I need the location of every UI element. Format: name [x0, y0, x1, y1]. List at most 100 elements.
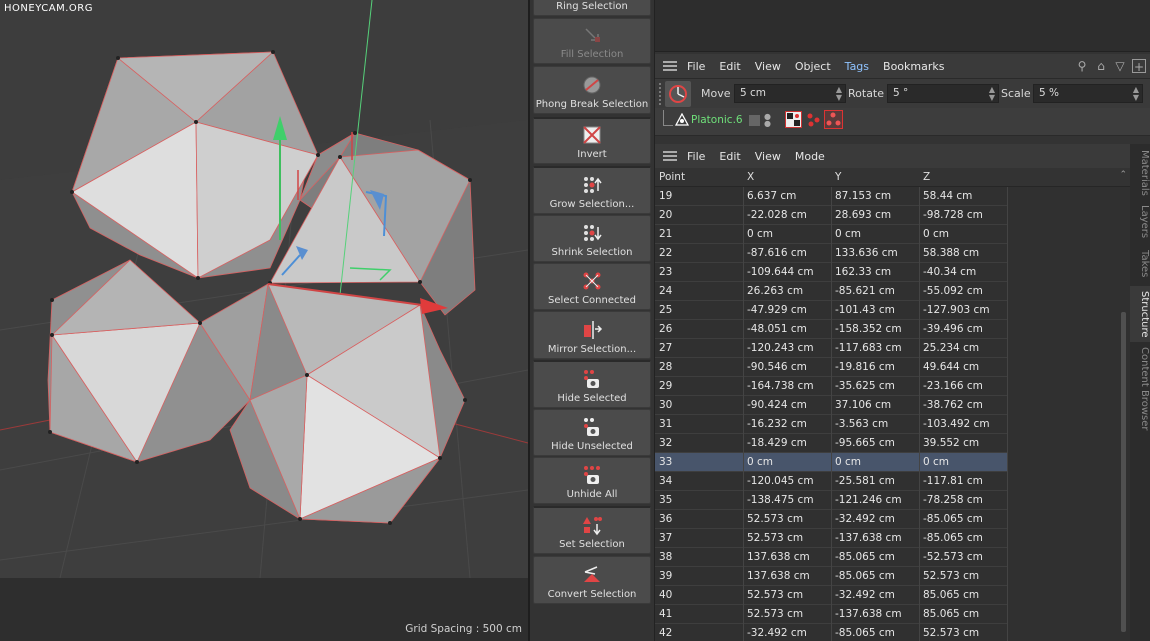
rotate-value-field[interactable]: 5 ° ▲ ▼: [887, 84, 999, 103]
cell-x[interactable]: 137.638 cm: [747, 551, 810, 563]
structure-scrollbar[interactable]: [1121, 312, 1126, 632]
table-row[interactable]: 31 -16.232 cm -3.563 cm -103.492 cm: [655, 415, 1008, 434]
cell-z[interactable]: 49.644 cm: [923, 361, 979, 373]
cell-y[interactable]: -85.065 cm: [835, 627, 895, 639]
cell-x[interactable]: 6.637 cm: [747, 190, 796, 202]
tab-materials[interactable]: Materials: [1130, 148, 1150, 198]
table-row[interactable]: 42 -32.492 cm -85.065 cm 52.573 cm: [655, 624, 1008, 641]
cell-y[interactable]: 37.106 cm: [835, 399, 891, 411]
unhide-all-button[interactable]: Unhide All: [533, 457, 651, 504]
table-row[interactable]: 41 52.573 cm -137.638 cm 85.065 cm: [655, 605, 1008, 624]
cell-x[interactable]: 0 cm: [747, 228, 773, 240]
cell-x[interactable]: -138.475 cm: [747, 494, 814, 506]
cell-point-index[interactable]: 30: [659, 399, 672, 411]
filter-icon[interactable]: ▽: [1113, 59, 1127, 73]
cell-y[interactable]: -85.065 cm: [835, 551, 895, 563]
cell-point-index[interactable]: 28: [659, 361, 672, 373]
ring-selection-button[interactable]: Ring Selection: [533, 0, 651, 16]
menu-hamburger-icon[interactable]: [663, 61, 677, 71]
table-row[interactable]: 24 26.263 cm -85.621 cm -55.092 cm: [655, 282, 1008, 301]
cell-y[interactable]: 133.636 cm: [835, 247, 898, 259]
table-row[interactable]: 22 -87.616 cm 133.636 cm 58.388 cm: [655, 244, 1008, 263]
structure-menu-edit[interactable]: Edit: [719, 150, 740, 163]
cell-y[interactable]: 0 cm: [835, 228, 861, 240]
table-row[interactable]: 36 52.573 cm -32.492 cm -85.065 cm: [655, 510, 1008, 529]
table-row[interactable]: 33 0 cm 0 cm 0 cm: [655, 453, 1008, 472]
cell-x[interactable]: 52.573 cm: [747, 532, 803, 544]
cell-x[interactable]: -22.028 cm: [747, 209, 807, 221]
cell-point-index[interactable]: 24: [659, 285, 672, 297]
drag-grip-handle[interactable]: [659, 83, 663, 105]
cell-point-index[interactable]: 42: [659, 627, 672, 639]
cell-x[interactable]: -47.929 cm: [747, 304, 807, 316]
table-row[interactable]: 37 52.573 cm -137.638 cm -85.065 cm: [655, 529, 1008, 548]
cell-x[interactable]: 52.573 cm: [747, 589, 803, 601]
add-panel-icon[interactable]: +: [1132, 59, 1146, 74]
home-icon[interactable]: ⌂: [1094, 59, 1108, 73]
cell-y[interactable]: -25.581 cm: [835, 475, 895, 487]
hide-unselected-button[interactable]: Hide Unselected: [533, 409, 651, 456]
cell-point-index[interactable]: 38: [659, 551, 672, 563]
tab-takes[interactable]: Takes: [1130, 246, 1150, 282]
hide-selected-button[interactable]: Hide Selected: [533, 360, 651, 408]
column-x[interactable]: X: [747, 171, 754, 183]
cell-y[interactable]: -137.638 cm: [835, 608, 902, 620]
cell-point-index[interactable]: 32: [659, 437, 672, 449]
cell-point-index[interactable]: 22: [659, 247, 672, 259]
cell-x[interactable]: -87.616 cm: [747, 247, 807, 259]
cell-z[interactable]: -85.065 cm: [923, 513, 983, 525]
set-selection-button[interactable]: Set Selection: [533, 506, 651, 554]
table-row[interactable]: 34 -120.045 cm -25.581 cm -117.81 cm: [655, 472, 1008, 491]
cell-y[interactable]: -121.246 cm: [835, 494, 902, 506]
cell-point-index[interactable]: 26: [659, 323, 672, 335]
menu-file[interactable]: File: [687, 60, 705, 73]
column-z[interactable]: Z: [923, 171, 930, 183]
convert-selection-button[interactable]: Convert Selection: [533, 556, 651, 604]
cell-y[interactable]: -117.683 cm: [835, 342, 902, 354]
table-row[interactable]: 35 -138.475 cm -121.246 cm -78.258 cm: [655, 491, 1008, 510]
menu-edit[interactable]: Edit: [719, 60, 740, 73]
selection-tag-icon[interactable]: [805, 111, 822, 128]
scale-value-field[interactable]: 5 % ▲ ▼: [1033, 84, 1143, 103]
move-spinner-icon[interactable]: ▲ ▼: [836, 86, 842, 102]
cell-z[interactable]: -85.065 cm: [923, 532, 983, 544]
point-selection-tag-icon[interactable]: [824, 110, 843, 129]
table-row[interactable]: 20 -22.028 cm 28.693 cm -98.728 cm: [655, 206, 1008, 225]
structure-menu-mode[interactable]: Mode: [795, 150, 825, 163]
cell-y[interactable]: -32.492 cm: [835, 513, 895, 525]
layer-swatch-icon[interactable]: [749, 115, 760, 126]
cell-x[interactable]: -16.232 cm: [747, 418, 807, 430]
tab-content-browser[interactable]: Content Browser: [1130, 346, 1150, 432]
select-connected-button[interactable]: Select Connected: [533, 263, 651, 310]
collapse-chevron-icon[interactable]: ⌃: [1119, 170, 1127, 180]
fill-selection-button[interactable]: Fill Selection: [533, 18, 651, 64]
cell-point-index[interactable]: 19: [659, 190, 672, 202]
menu-tags[interactable]: Tags: [845, 60, 869, 73]
object-row-platonic[interactable]: Platonic.6 ● ●: [655, 108, 1150, 136]
structure-menu-file[interactable]: File: [687, 150, 705, 163]
cell-z[interactable]: 85.065 cm: [923, 608, 979, 620]
cell-y[interactable]: -19.816 cm: [835, 361, 895, 373]
cell-x[interactable]: -48.051 cm: [747, 323, 807, 335]
cell-point-index[interactable]: 35: [659, 494, 672, 506]
cell-point-index[interactable]: 39: [659, 570, 672, 582]
cell-point-index[interactable]: 34: [659, 475, 672, 487]
cell-z[interactable]: 85.065 cm: [923, 589, 979, 601]
cell-x[interactable]: -90.546 cm: [747, 361, 807, 373]
object-name[interactable]: Platonic.6: [691, 114, 743, 126]
search-icon[interactable]: ⚲: [1075, 59, 1089, 73]
cell-y[interactable]: -85.621 cm: [835, 285, 895, 297]
invert-button[interactable]: Invert: [533, 117, 651, 164]
cell-x[interactable]: -120.243 cm: [747, 342, 814, 354]
table-row[interactable]: 38 137.638 cm -85.065 cm -52.573 cm: [655, 548, 1008, 567]
cell-z[interactable]: -38.762 cm: [923, 399, 983, 411]
cell-z[interactable]: 52.573 cm: [923, 570, 979, 582]
cell-x[interactable]: 137.638 cm: [747, 570, 810, 582]
table-row[interactable]: 26 -48.051 cm -158.352 cm -39.496 cm: [655, 320, 1008, 339]
grow-selection-button[interactable]: Grow Selection...: [533, 166, 651, 214]
cell-x[interactable]: -109.644 cm: [747, 266, 814, 278]
cell-y[interactable]: -3.563 cm: [835, 418, 888, 430]
viewport-scene[interactable]: [0, 0, 528, 641]
menu-view[interactable]: View: [755, 60, 781, 73]
cell-z[interactable]: 39.552 cm: [923, 437, 979, 449]
